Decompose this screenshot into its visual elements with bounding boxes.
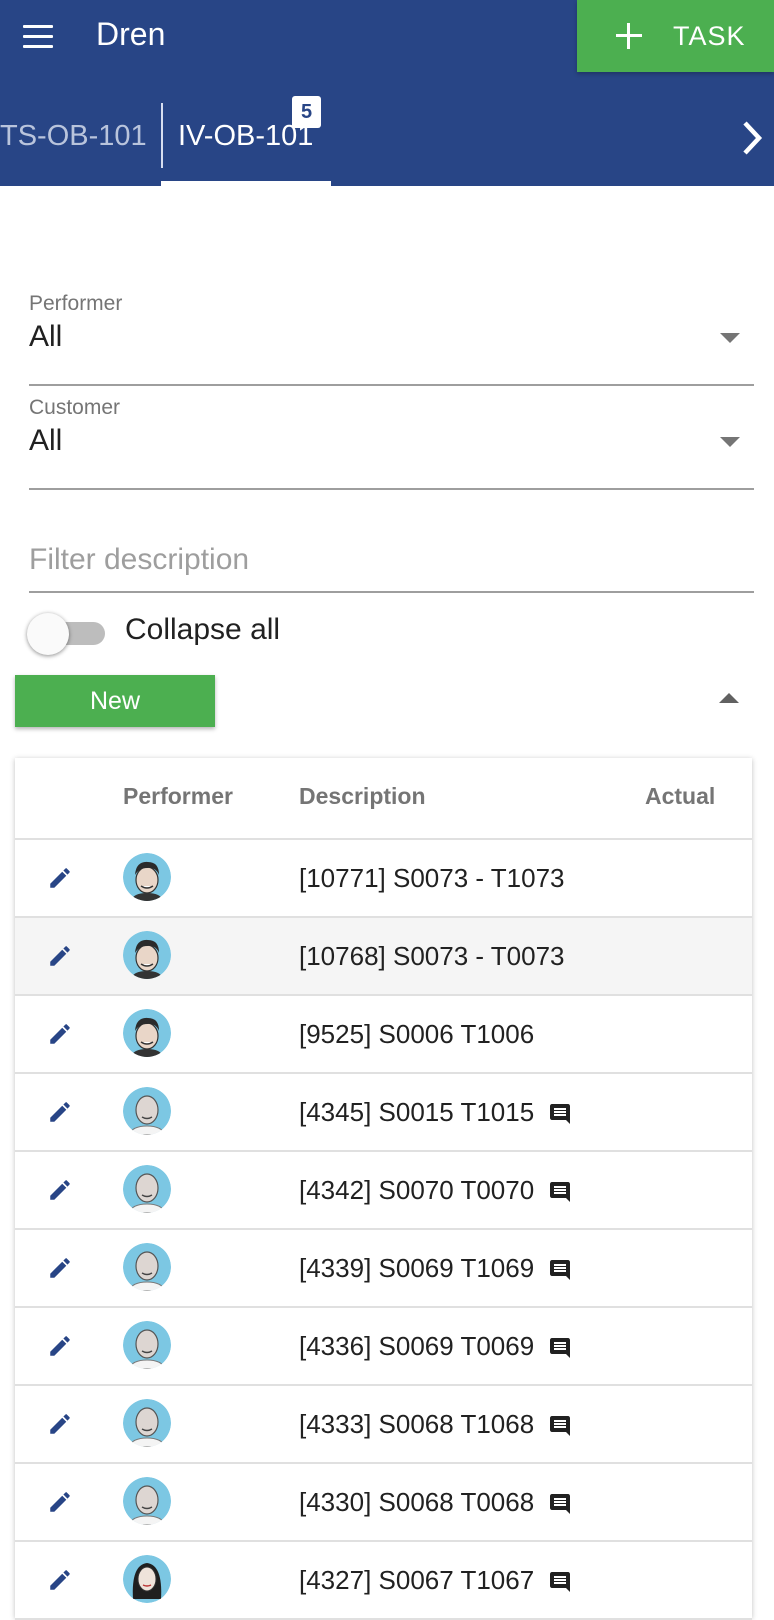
pencil-icon[interactable] — [47, 1177, 73, 1203]
plus-icon — [615, 22, 643, 50]
group-new-button[interactable]: New — [15, 675, 215, 727]
table-row[interactable]: [4333] S0068 T1068 — [15, 1386, 752, 1464]
comment-icon[interactable] — [548, 1336, 572, 1360]
pencil-icon[interactable] — [47, 1333, 73, 1359]
avatar — [123, 1009, 171, 1057]
comment-icon[interactable] — [548, 1414, 572, 1438]
task-description: [10768] S0073 - T0073 — [299, 941, 565, 971]
table-row[interactable]: [9525] S0006 T1006 — [15, 996, 752, 1074]
task-table: Performer Description Actual [10771] S00… — [15, 758, 752, 1620]
task-description: [4336] S0069 T0069 — [299, 1331, 535, 1361]
active-tab-indicator — [161, 181, 331, 186]
pencil-icon[interactable] — [47, 1099, 73, 1125]
pencil-icon[interactable] — [47, 943, 73, 969]
dropdown-arrow-icon — [720, 437, 740, 447]
avatar — [123, 853, 171, 901]
table-row[interactable]: [4345] S0015 T1015 — [15, 1074, 752, 1152]
dropdown-arrow-icon — [720, 333, 740, 343]
pencil-icon[interactable] — [47, 1489, 73, 1515]
task-description: [9525] S0006 T1006 — [299, 1019, 535, 1049]
add-task-button-label: TASK — [673, 21, 746, 51]
table-row[interactable]: [4339] S0069 T1069 — [15, 1230, 752, 1308]
performer-select-value: All — [29, 320, 63, 353]
avatar — [123, 1321, 171, 1369]
customer-select-label: Customer — [29, 396, 121, 419]
avatar — [123, 1399, 171, 1447]
table-row[interactable]: [10768] S0073 - T0073 — [15, 918, 752, 996]
column-header-performer[interactable]: Performer — [123, 783, 233, 810]
collapse-all-toggle[interactable] — [27, 612, 111, 656]
chevron-right-icon[interactable] — [737, 118, 767, 158]
customer-underline — [29, 488, 754, 490]
comment-icon[interactable] — [548, 1570, 572, 1594]
comment-icon[interactable] — [548, 1180, 572, 1204]
avatar — [123, 1165, 171, 1213]
task-description: [4342] S0070 T0070 — [299, 1175, 535, 1205]
column-header-description[interactable]: Description — [299, 783, 426, 810]
avatar — [123, 1087, 171, 1135]
avatar — [123, 931, 171, 979]
task-description: [10771] S0073 - T1073 — [299, 863, 565, 893]
customer-select-value: All — [29, 424, 63, 457]
filter-description-field — [29, 535, 754, 593]
performer-underline — [29, 384, 754, 386]
task-description: [4327] S0067 T1067 — [299, 1565, 535, 1595]
pencil-icon[interactable] — [47, 1255, 73, 1281]
table-header: Performer Description Actual — [15, 758, 752, 840]
pencil-icon[interactable] — [47, 865, 73, 891]
pencil-icon[interactable] — [47, 1567, 73, 1593]
task-description: [4339] S0069 T1069 — [299, 1253, 535, 1283]
menu-icon[interactable] — [23, 24, 55, 50]
performer-select[interactable]: Performer All — [29, 292, 754, 386]
task-description: [4333] S0068 T1068 — [299, 1409, 535, 1439]
tab-count-badge: 5 — [292, 96, 321, 128]
table-row[interactable]: [4327] S0067 T1067 — [15, 1542, 752, 1620]
task-description: [4330] S0068 T0068 — [299, 1487, 535, 1517]
pencil-icon[interactable] — [47, 1411, 73, 1437]
comment-icon[interactable] — [548, 1258, 572, 1282]
tab-label: TS-OB-101 — [0, 120, 147, 152]
toggle-thumb — [27, 613, 69, 655]
table-row[interactable]: [4342] S0070 T0070 — [15, 1152, 752, 1230]
collapse-all-label: Collapse all — [125, 613, 281, 646]
app-title: Dren — [96, 16, 166, 52]
customer-select[interactable]: Customer All — [29, 396, 754, 490]
app-bar: Dren TASK TS-OB-101 IV-OB-101 5 — [0, 0, 774, 186]
filter-description-underline — [29, 591, 754, 593]
column-header-actual[interactable]: Actual — [645, 783, 715, 810]
table-row[interactable]: [4330] S0068 T0068 — [15, 1464, 752, 1542]
task-description: [4345] S0015 T1015 — [299, 1097, 535, 1127]
avatar — [123, 1477, 171, 1525]
pencil-icon[interactable] — [47, 1021, 73, 1047]
performer-select-label: Performer — [29, 292, 123, 315]
comment-icon[interactable] — [548, 1492, 572, 1516]
avatar — [123, 1243, 171, 1291]
comment-icon[interactable] — [548, 1102, 572, 1126]
table-row[interactable]: [10771] S0073 - T1073 — [15, 840, 752, 918]
collapse-group-arrow-icon[interactable] — [719, 693, 739, 703]
tab-ts-ob-101[interactable]: TS-OB-101 — [0, 100, 160, 186]
table-row[interactable]: [4336] S0069 T0069 — [15, 1308, 752, 1386]
filter-description-input[interactable] — [29, 535, 754, 585]
add-task-button[interactable]: TASK — [577, 0, 774, 72]
